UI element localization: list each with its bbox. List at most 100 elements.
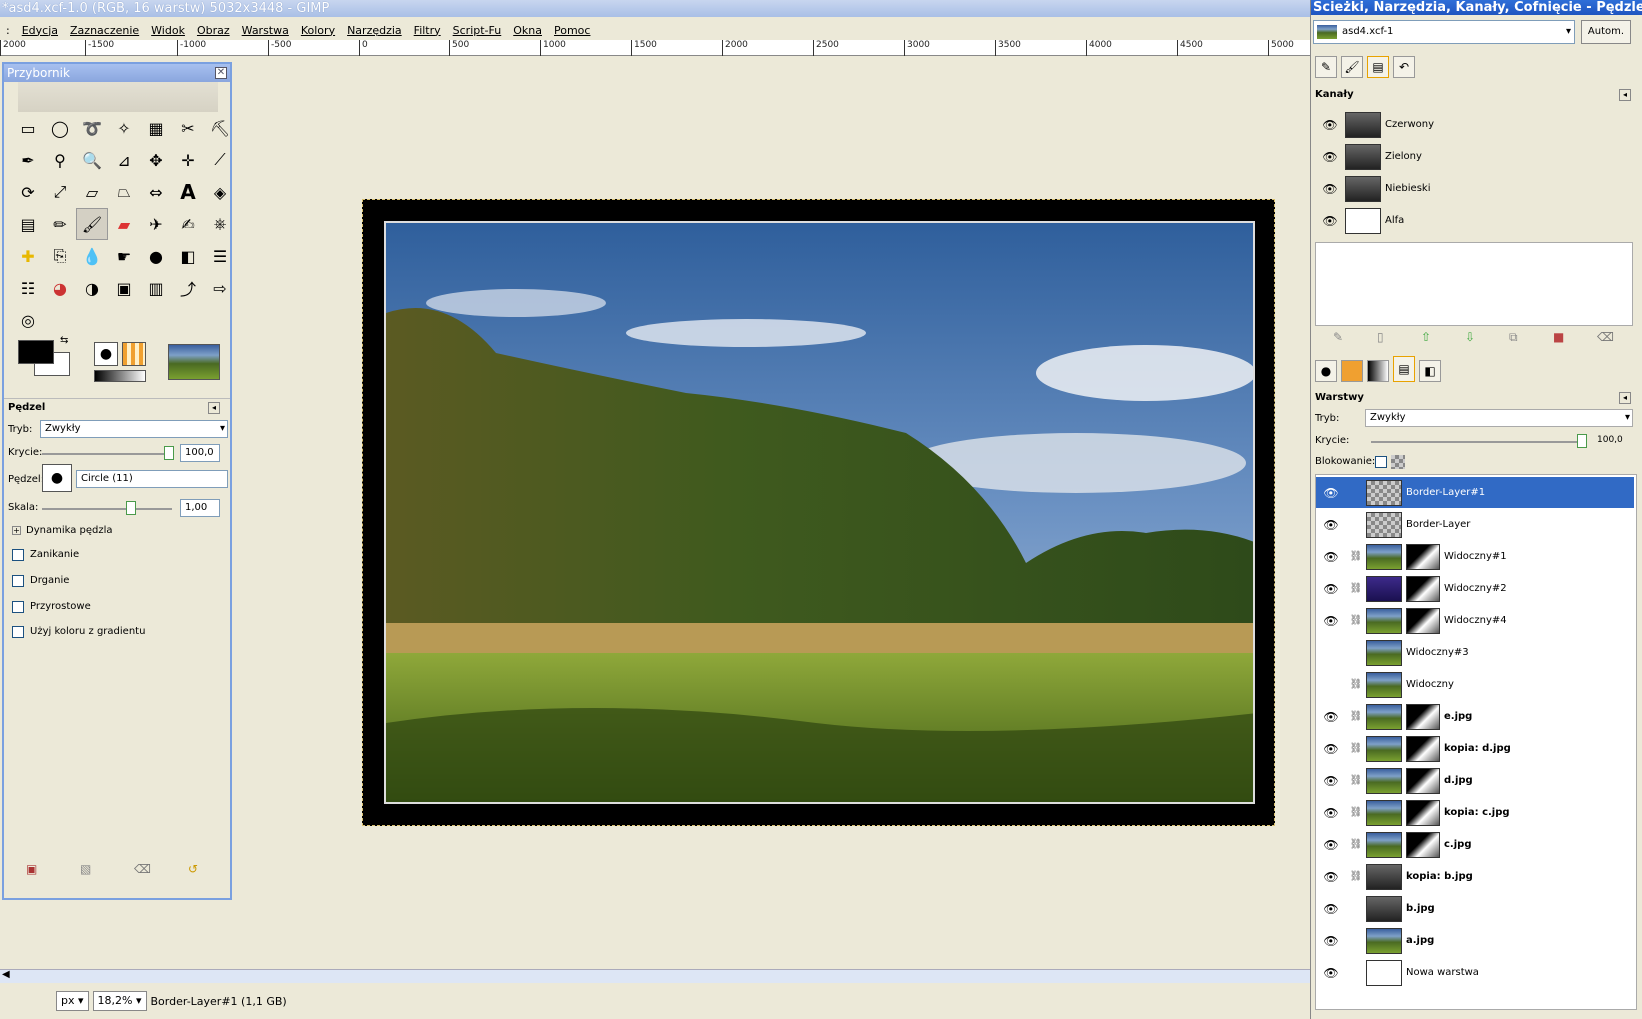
auto-button[interactable]: Autom. — [1581, 20, 1631, 44]
eye-icon[interactable]: 👁 — [1316, 710, 1346, 724]
horizontal-ruler[interactable]: 2000 -1500 -1000 -500 0 500 1000 1500 20… — [0, 40, 1310, 56]
brush-select-icon[interactable]: ● — [42, 464, 72, 492]
eye-icon[interactable]: 👁 — [1316, 806, 1346, 820]
raise-channel-icon[interactable]: ⇧ — [1421, 330, 1431, 344]
horizontal-scrollbar[interactable]: ◀ — [0, 969, 1310, 983]
scale-slider-handle[interactable] — [126, 501, 136, 515]
menu-widok[interactable]: Widok — [145, 24, 191, 37]
layer-row[interactable]: 👁 ⛓ kopia: c.jpg — [1316, 797, 1634, 828]
eye-icon[interactable]: 👁 — [1316, 774, 1346, 788]
channel-row[interactable]: 👁 Czerwony — [1315, 109, 1633, 140]
curves-icon[interactable]: ⤴ — [172, 272, 204, 304]
tools-tab-icon[interactable]: 🖌 — [1341, 56, 1363, 78]
menu-kolory[interactable]: Kolory — [295, 24, 341, 37]
chain-icon[interactable]: ⛓ — [1346, 615, 1366, 626]
new-channel-icon[interactable]: ▯ — [1377, 330, 1384, 344]
delete-channel-icon[interactable]: ⌫ — [1597, 330, 1614, 344]
layer-row[interactable]: 👁 a.jpg — [1316, 925, 1634, 956]
eye-icon[interactable]: 👁 — [1316, 870, 1346, 884]
menu-obraz[interactable]: Obraz — [191, 24, 236, 37]
gegl-icon[interactable]: ◎ — [12, 304, 44, 336]
image-select[interactable]: asd4.xcf-1 ▾ — [1313, 20, 1575, 44]
scroll-left-icon[interactable]: ◀ — [2, 969, 10, 980]
save-options-icon[interactable]: ▣ — [26, 862, 37, 876]
panel-menu-icon[interactable]: ◂ — [1619, 89, 1631, 101]
opacity-spin[interactable]: 100,0 — [180, 444, 220, 462]
channel-row[interactable]: 👁 Niebieski — [1315, 173, 1633, 204]
duplicate-channel-icon[interactable]: ⧉ — [1509, 330, 1518, 345]
ink-icon[interactable]: ✍ — [172, 208, 204, 240]
eye-icon[interactable]: 👁 — [1316, 614, 1346, 628]
panel-menu-icon[interactable]: ◂ — [1619, 392, 1631, 404]
dodge-burn-icon[interactable]: ● — [140, 240, 172, 272]
gradient-color-checkbox[interactable] — [12, 626, 24, 638]
fonts-tab-icon[interactable]: ◧ — [1419, 360, 1441, 382]
eye-icon[interactable]: 👁 — [1316, 966, 1346, 980]
eye-icon[interactable]: 👁 — [1315, 150, 1345, 164]
eye-icon[interactable]: 👁 — [1316, 550, 1346, 564]
expand-icon[interactable]: + — [12, 526, 21, 535]
smudge-icon[interactable]: ☛ — [108, 240, 140, 272]
jitter-checkbox[interactable] — [12, 575, 24, 587]
airbrush-icon[interactable]: ✈ — [140, 208, 172, 240]
lower-channel-icon[interactable]: ⇩ — [1465, 330, 1475, 344]
layer-mask-thumb[interactable] — [1406, 543, 1440, 570]
pencil-icon[interactable]: ✏ — [44, 208, 76, 240]
edit-channel-icon[interactable]: ✎ — [1333, 330, 1343, 344]
shear-icon[interactable]: ▱ — [76, 176, 108, 208]
layer-row[interactable]: 👁 ⛓ Widoczny#1 — [1316, 541, 1634, 572]
eye-icon[interactable]: 👁 — [1315, 118, 1345, 132]
layer-mask-thumb[interactable] — [1406, 735, 1440, 762]
hue-saturation-icon[interactable]: ☷ — [12, 272, 44, 304]
layer-row[interactable]: 👁 Border-Layer#1 — [1316, 477, 1634, 508]
menu-narzedzia[interactable]: Narzędzia — [341, 24, 408, 37]
chain-icon[interactable]: ⛓ — [1346, 775, 1366, 786]
menu-edycja[interactable]: Edycja — [16, 24, 64, 37]
eye-icon[interactable]: 👁 — [1316, 902, 1346, 916]
rect-select-icon[interactable]: ▭ — [12, 112, 44, 144]
chain-icon[interactable]: ⛓ — [1346, 871, 1366, 882]
mode-select[interactable]: Zwykły ▾ — [40, 420, 228, 438]
layer-row[interactable]: 👁 ⛓ d.jpg — [1316, 765, 1634, 796]
restore-options-icon[interactable]: ▧ — [80, 862, 91, 876]
layer-row[interactable]: 👁 ⛓ Widoczny#2 — [1316, 573, 1634, 604]
channel-row[interactable]: 👁 Alfa — [1315, 205, 1633, 236]
gradient-preview[interactable] — [94, 370, 146, 382]
layer-row[interactable]: 👁 ⛓ c.jpg — [1316, 829, 1634, 860]
fuzzy-select-icon[interactable]: ✧ — [108, 112, 140, 144]
perspective-clone-icon[interactable]: ⎘ — [44, 240, 76, 272]
menu-okna[interactable]: Okna — [507, 24, 548, 37]
layer-row[interactable]: 👁 ⛓ e.jpg — [1316, 701, 1634, 732]
toolbox-title-bar[interactable]: Przybornik ✕ — [4, 64, 230, 82]
eye-icon[interactable]: 👁 — [1315, 214, 1345, 228]
eye-icon[interactable]: 👁 — [1316, 582, 1346, 596]
layer-row[interactable]: ⛓ Widoczny — [1316, 669, 1634, 700]
brushes-tab-icon[interactable]: ● — [1315, 360, 1337, 382]
pattern-preview-icon[interactable] — [122, 342, 146, 366]
layers-list[interactable]: 👁 Border-Layer#1 👁 Border-Layer 👁 ⛓ Widoczny#1… — [1315, 474, 1637, 1010]
layer-row[interactable]: 👁 ⛓ kopia: b.jpg — [1316, 861, 1634, 892]
layer-row[interactable]: 👁 Nowa warstwa — [1316, 957, 1634, 988]
layer-mask-thumb[interactable] — [1406, 607, 1440, 634]
text-icon[interactable]: A — [172, 176, 204, 208]
brush-name-field[interactable]: Circle (11) — [76, 470, 228, 488]
unit-select[interactable]: px ▾ — [56, 991, 89, 1011]
gradients-tab-icon[interactable] — [1367, 360, 1389, 382]
swap-colors-icon[interactable]: ⇆ — [60, 335, 68, 346]
scissors-icon[interactable]: ✂ — [172, 112, 204, 144]
close-icon[interactable]: ✕ — [215, 67, 227, 79]
lock-alpha-checkbox[interactable] — [1375, 456, 1387, 468]
opacity-slider[interactable] — [42, 453, 168, 455]
threshold-icon[interactable]: ▣ — [108, 272, 140, 304]
paths-tab-icon[interactable]: ✎ — [1315, 56, 1337, 78]
paintbrush-icon[interactable]: 🖌 — [76, 208, 108, 240]
heal-icon[interactable]: ✚ — [12, 240, 44, 272]
eraser-icon[interactable]: ▰ — [108, 208, 140, 240]
clone-icon[interactable]: ⎈ — [204, 208, 236, 240]
eye-icon[interactable]: 👁 — [1315, 182, 1345, 196]
active-image-thumbnail[interactable] — [168, 344, 220, 380]
brush-preview-icon[interactable]: ● — [94, 342, 118, 366]
foreground-color-swatch-top[interactable] — [18, 340, 54, 364]
color-picker-icon[interactable]: ⚲ — [44, 144, 76, 176]
select-by-color-icon[interactable]: ▦ — [140, 112, 172, 144]
